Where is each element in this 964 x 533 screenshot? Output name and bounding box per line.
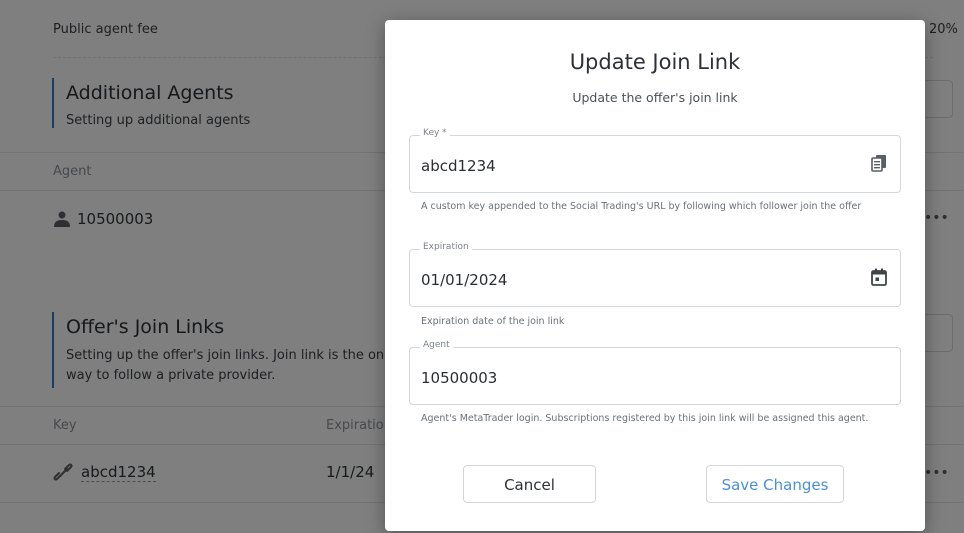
copy-icon[interactable] <box>871 154 887 172</box>
agent-field-value[interactable]: 10500003 <box>421 369 497 387</box>
key-field[interactable]: Key * abcd1234 <box>409 128 901 193</box>
expiration-field-help: Expiration date of the join link <box>421 316 565 327</box>
dialog-subtitle: Update the offer's join link <box>572 90 738 105</box>
update-join-link-dialog: Update Join Link Update the offer's join… <box>385 20 925 531</box>
key-field-label: Key * <box>420 128 450 138</box>
dialog-title: Update Join Link <box>569 50 741 74</box>
agent-field-help: Agent's MetaTrader login. Subscriptions … <box>421 413 869 424</box>
agent-field-label: Agent <box>420 340 453 350</box>
expiration-field-value[interactable]: 01/01/2024 <box>421 271 507 289</box>
calendar-icon[interactable] <box>871 268 887 286</box>
cancel-button[interactable]: Cancel <box>463 465 596 503</box>
expiration-field-label: Expiration <box>420 242 472 252</box>
agent-field[interactable]: Agent 10500003 <box>409 340 901 405</box>
expiration-field[interactable]: Expiration 01/01/2024 <box>409 242 901 307</box>
key-field-value[interactable]: abcd1234 <box>421 157 496 175</box>
save-changes-button[interactable]: Save Changes <box>706 465 844 503</box>
key-field-help: A custom key appended to the Social Trad… <box>421 201 862 212</box>
